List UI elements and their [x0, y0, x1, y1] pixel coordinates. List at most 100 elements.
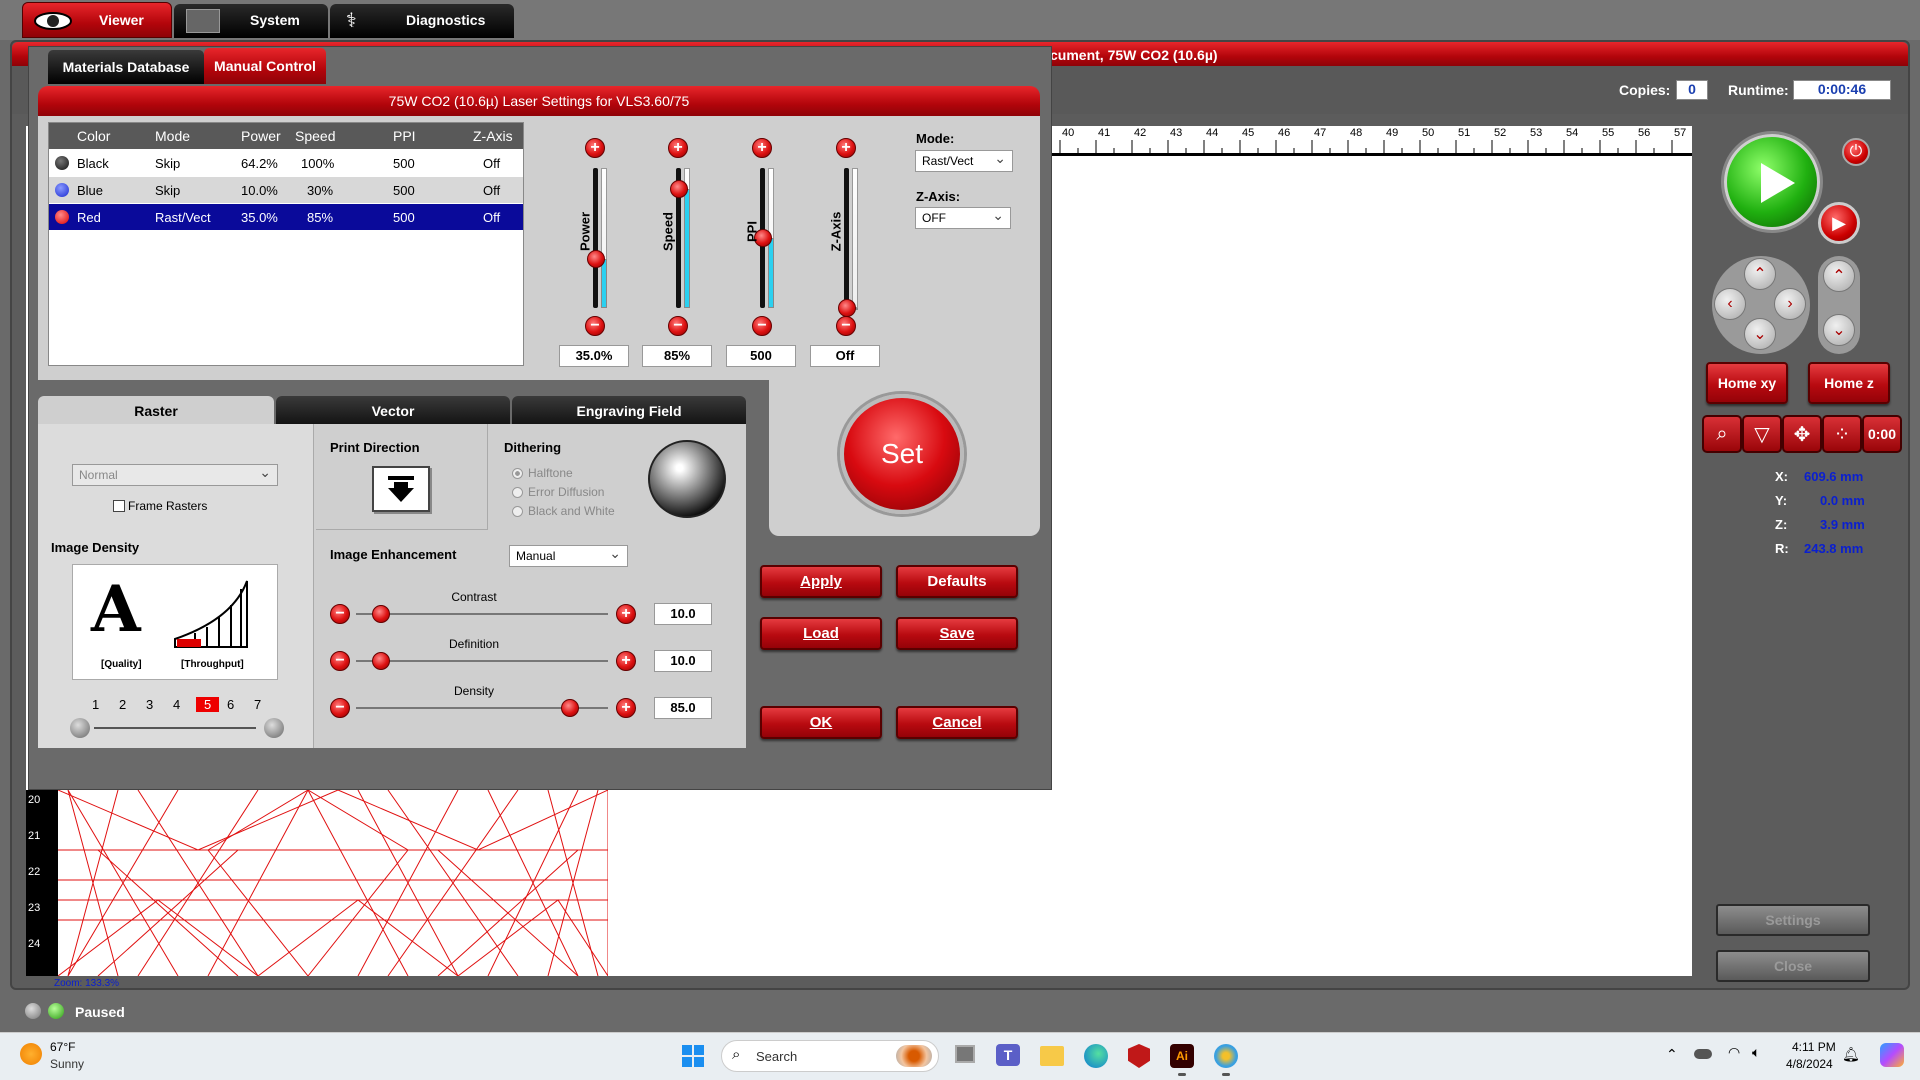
density-step[interactable]: 7: [254, 697, 261, 712]
enhancement-select[interactable]: Manual: [509, 543, 628, 567]
set-button[interactable]: Set: [840, 394, 964, 514]
tab-manual-control[interactable]: Manual Control: [204, 48, 326, 84]
defaults-button[interactable]: Defaults: [896, 565, 1018, 598]
z-down-icon[interactable]: ⌄: [1823, 314, 1855, 346]
file-explorer-icon[interactable]: [1040, 1046, 1064, 1066]
increase-icon[interactable]: +: [752, 138, 772, 158]
decrease-icon[interactable]: −: [585, 316, 605, 336]
copies-field[interactable]: 0: [1676, 80, 1708, 100]
jog-up-icon[interactable]: ⌃: [1744, 258, 1776, 290]
frame-rasters-checkbox[interactable]: [113, 500, 125, 512]
decrease-icon[interactable]: −: [752, 316, 772, 336]
tab-materials-database[interactable]: Materials Database: [48, 50, 204, 84]
clock-date[interactable]: 4/8/2024: [1786, 1057, 1833, 1071]
decrease-icon[interactable]: −: [330, 698, 350, 718]
tab-diagnostics[interactable]: ⚕ Diagnostics: [330, 4, 514, 38]
increase-icon[interactable]: +: [668, 138, 688, 158]
decrease-icon[interactable]: −: [668, 316, 688, 336]
density-step[interactable]: 5: [196, 697, 220, 712]
slider-value[interactable]: 10.0: [654, 650, 712, 672]
tab-engraving-field[interactable]: Engraving Field: [512, 396, 746, 426]
edge-icon[interactable]: [1084, 1044, 1108, 1068]
increase-icon[interactable]: +: [616, 651, 636, 671]
timer-icon[interactable]: 0:00: [1862, 415, 1902, 453]
density-slider-left-knob[interactable]: [70, 718, 90, 738]
decrease-icon[interactable]: −: [330, 604, 350, 624]
slider-value[interactable]: 85.0: [654, 697, 712, 719]
increase-icon[interactable]: +: [616, 698, 636, 718]
increase-icon[interactable]: +: [616, 604, 636, 624]
z-up-icon[interactable]: ⌃: [1823, 260, 1855, 292]
power-icon[interactable]: ⏻: [1842, 138, 1870, 166]
home-xy-button[interactable]: Home xy: [1706, 362, 1788, 404]
teams-icon[interactable]: T: [996, 1044, 1020, 1066]
taskbar-search[interactable]: ⌕ Search: [721, 1040, 939, 1072]
magnify-icon[interactable]: ⌕: [1702, 415, 1742, 453]
play-button[interactable]: [1724, 134, 1820, 230]
move-icon[interactable]: ✥: [1782, 415, 1822, 453]
tab-raster[interactable]: Raster: [38, 396, 274, 426]
illustrator-icon[interactable]: Ai: [1170, 1044, 1194, 1068]
wifi-icon[interactable]: ◠: [1728, 1044, 1740, 1061]
tab-vector[interactable]: Vector: [276, 396, 510, 426]
dither-radio[interactable]: [512, 487, 523, 498]
zaxis-select[interactable]: OFF: [915, 205, 1011, 229]
focus-icon[interactable]: ▽: [1742, 415, 1782, 453]
tab-system[interactable]: System: [174, 4, 328, 38]
slider-knob[interactable]: [670, 180, 688, 198]
dither-option-label: Black and White: [528, 504, 615, 518]
mode-select[interactable]: Rast/Vect: [915, 148, 1013, 172]
volume-icon[interactable]: 🔈︎: [1752, 1044, 1760, 1061]
decrease-icon[interactable]: −: [836, 316, 856, 336]
increase-icon[interactable]: +: [585, 138, 605, 158]
slider-value[interactable]: 10.0: [654, 603, 712, 625]
weather-desc[interactable]: Sunny: [50, 1057, 84, 1071]
density-slider-track[interactable]: [94, 727, 256, 729]
jog-left-icon[interactable]: ‹: [1714, 288, 1746, 320]
chevron-up-icon[interactable]: ⌃: [1666, 1046, 1678, 1063]
jog-down-icon[interactable]: ⌄: [1744, 318, 1776, 350]
slider-track[interactable]: [356, 660, 608, 662]
clock-time[interactable]: 4:11 PM: [1792, 1040, 1836, 1054]
load-button[interactable]: Load: [760, 617, 882, 650]
dither-radio[interactable]: [512, 468, 523, 479]
density-step[interactable]: 2: [119, 697, 126, 712]
slider-knob[interactable]: [838, 299, 856, 317]
dither-radio[interactable]: [512, 506, 523, 517]
settings-button[interactable]: Settings: [1716, 904, 1870, 936]
coord-r-label: R:: [1775, 541, 1789, 556]
table-row[interactable]: Blue Skip 10.0% 30% 500 Off: [49, 177, 523, 203]
density-step[interactable]: 1: [92, 697, 99, 712]
quality-select[interactable]: Normal: [72, 462, 278, 486]
increase-icon[interactable]: +: [836, 138, 856, 158]
slider-track[interactable]: [593, 168, 598, 308]
density-step[interactable]: 4: [173, 697, 180, 712]
copilot-icon[interactable]: [1880, 1043, 1904, 1067]
weather-temp[interactable]: 67°F: [50, 1040, 75, 1054]
slider-track[interactable]: [844, 168, 849, 308]
decrease-icon[interactable]: −: [330, 651, 350, 671]
cancel-button[interactable]: Cancel: [896, 706, 1018, 739]
ok-button[interactable]: OK: [760, 706, 882, 739]
apply-button[interactable]: Apply: [760, 565, 882, 598]
slider-track[interactable]: [356, 613, 608, 615]
table-row-selected[interactable]: Red Rast/Vect 35.0% 85% 500 Off: [49, 204, 523, 230]
home-z-button[interactable]: Home z: [1808, 362, 1890, 404]
pointer-icon[interactable]: ⁘: [1822, 415, 1862, 453]
onedrive-icon[interactable]: [1694, 1049, 1712, 1059]
density-step[interactable]: 3: [146, 697, 153, 712]
close-button[interactable]: Close: [1716, 950, 1870, 982]
density-step[interactable]: 6: [227, 697, 234, 712]
save-button[interactable]: Save: [896, 617, 1018, 650]
density-slider-right-knob[interactable]: [264, 718, 284, 738]
task-view-icon[interactable]: [955, 1045, 975, 1063]
tab-viewer[interactable]: Viewer: [22, 2, 172, 38]
print-direction-button[interactable]: [372, 466, 430, 512]
windows-start-icon[interactable]: [682, 1045, 704, 1067]
pause-resume-button[interactable]: ▶: [1818, 202, 1860, 244]
jog-right-icon[interactable]: ›: [1774, 288, 1806, 320]
laser-app-icon[interactable]: [1214, 1044, 1238, 1068]
table-row[interactable]: Black Skip 64.2% 100% 500 Off: [49, 150, 523, 176]
notification-bell-icon[interactable]: 🔔︎: [1842, 1046, 1860, 1063]
vector-artwork[interactable]: [58, 790, 608, 976]
